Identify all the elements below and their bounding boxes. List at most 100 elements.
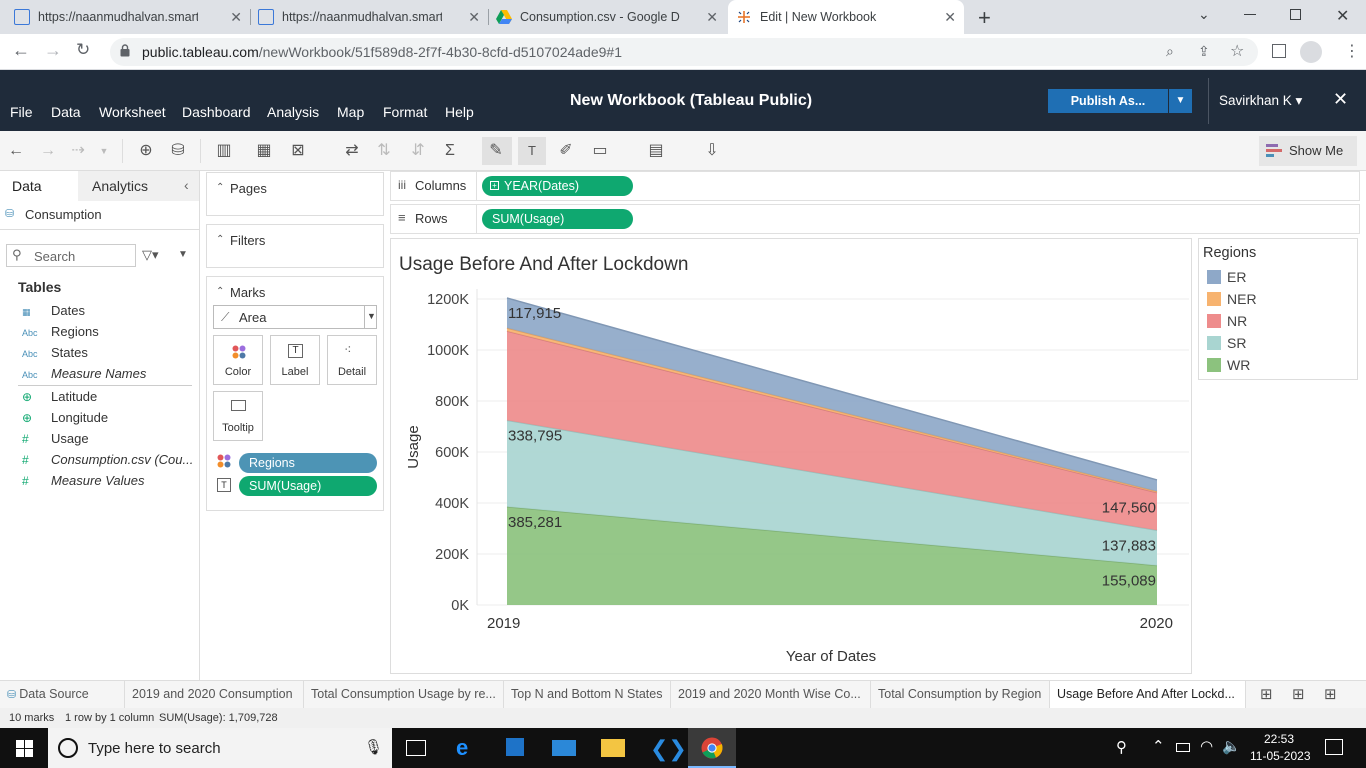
wifi-icon[interactable]: ◠: [1200, 737, 1213, 755]
sheet-tab-active[interactable]: Usage Before And After Lockd...: [1050, 681, 1246, 709]
redo-icon[interactable]: →: [38, 141, 58, 161]
close-icon[interactable]: ✕: [706, 9, 718, 26]
edge-icon[interactable]: e: [456, 735, 468, 761]
restore-icon[interactable]: [1290, 9, 1301, 20]
rows-shelf[interactable]: ≡ Rows SUM(Usage): [390, 204, 1360, 234]
menu-file[interactable]: File: [10, 104, 33, 120]
share-icon[interactable]: ⇪: [1198, 43, 1210, 60]
label-button[interactable]: T Label: [270, 335, 320, 385]
menu-data[interactable]: Data: [51, 104, 81, 120]
publish-dropdown-chevron-icon[interactable]: ▼: [1169, 89, 1192, 113]
windows-start-icon[interactable]: [16, 740, 33, 757]
usage-label-pill[interactable]: SUM(Usage): [239, 476, 377, 496]
clock-time[interactable]: 22:53: [1264, 732, 1294, 746]
field-search-input[interactable]: ⚲ Search: [6, 244, 136, 267]
collapse-chevron-icon[interactable]: ⌃: [216, 234, 224, 245]
people-icon[interactable]: ⚲: [1116, 738, 1127, 756]
microphone-icon[interactable]: 🎙: [364, 738, 383, 756]
field-latitude[interactable]: ⊕ Latitude: [22, 389, 97, 404]
color-button[interactable]: Color: [213, 335, 263, 385]
notifications-icon[interactable]: [1325, 739, 1343, 755]
download-icon[interactable]: ⇩: [702, 141, 722, 161]
legend-item-sr[interactable]: SR: [1207, 335, 1246, 351]
presentation-mode-icon[interactable]: ▤: [646, 141, 666, 161]
year-dates-pill[interactable]: YEAR(Dates): [482, 176, 633, 196]
tray-chevron-up-icon[interactable]: ⌃: [1152, 737, 1165, 755]
close-icon[interactable]: ✕: [468, 9, 480, 26]
tab-search-chevron-icon[interactable]: ⌄: [1198, 6, 1210, 23]
tab-analytics[interactable]: Analytics: [78, 171, 199, 201]
window-close-icon[interactable]: ✕: [1336, 6, 1349, 26]
menu-dashboard[interactable]: Dashboard: [182, 104, 251, 120]
totals-sigma-icon[interactable]: Σ: [440, 141, 460, 161]
sort-ascending-icon[interactable]: ⇅: [374, 141, 394, 161]
profile-avatar-icon[interactable]: [1300, 41, 1322, 63]
menu-help[interactable]: Help: [445, 104, 474, 120]
field-measure-values[interactable]: # Measure Values: [22, 473, 144, 488]
pane-menu-chevron-icon[interactable]: ▼: [178, 249, 188, 260]
mark-type-select[interactable]: ⟋ Area ▼: [213, 305, 377, 329]
zoom-search-icon[interactable]: ⌕: [1166, 43, 1174, 60]
clear-sheet-icon[interactable]: ⊠: [288, 141, 308, 161]
detail-button[interactable]: ⁖ Detail: [327, 335, 377, 385]
speaker-icon[interactable]: 🔈: [1222, 737, 1241, 755]
format-workbook-icon[interactable]: ✐: [556, 141, 576, 161]
sort-descending-icon[interactable]: ⇵: [408, 141, 428, 161]
sheet-tab[interactable]: Total Consumption by Region: [871, 681, 1050, 709]
undo-icon[interactable]: ←: [6, 141, 26, 161]
data-source-name[interactable]: Consumption: [25, 207, 102, 222]
side-panel-icon[interactable]: [1272, 44, 1286, 58]
replay-icon[interactable]: ⇢: [68, 141, 88, 161]
taskbar-search-box[interactable]: Type here to search 🎙: [48, 728, 392, 768]
clock-date[interactable]: 11-05-2023: [1250, 749, 1311, 763]
new-worksheet-icon[interactable]: ⊞: [1260, 685, 1273, 703]
tab-data-source[interactable]: ⛁ Data Source: [0, 681, 125, 709]
store-icon[interactable]: [506, 738, 524, 756]
vscode-icon[interactable]: ❮❯: [650, 736, 687, 762]
collapse-chevron-icon[interactable]: ⌃: [216, 286, 224, 297]
legend-item-er[interactable]: ER: [1207, 269, 1246, 285]
mail-icon[interactable]: [552, 740, 576, 756]
task-view-icon[interactable]: [406, 740, 426, 756]
filters-card[interactable]: ⌃ Filters: [206, 224, 384, 268]
legend-item-wr[interactable]: WR: [1207, 357, 1250, 373]
tab-data[interactable]: Data: [0, 171, 78, 201]
url-omnibox[interactable]: public.tableau.com/newWorkbook/51f589d8-…: [110, 38, 1258, 66]
menu-worksheet[interactable]: Worksheet: [99, 104, 166, 120]
new-worksheet-icon[interactable]: ▥: [214, 141, 234, 161]
back-arrow-icon[interactable]: ←: [12, 40, 30, 61]
publish-as-button[interactable]: Publish As...: [1048, 89, 1168, 113]
field-consumption-count[interactable]: # Consumption.csv (Cou...: [22, 452, 193, 467]
collapse-pane-chevron-icon[interactable]: ‹: [184, 177, 189, 193]
bookmark-star-icon[interactable]: ☆: [1230, 41, 1244, 61]
minimize-icon[interactable]: [1244, 14, 1256, 15]
new-story-icon[interactable]: ⊞: [1324, 685, 1337, 703]
menu-format[interactable]: Format: [383, 104, 427, 120]
sheet-tab[interactable]: 2019 and 2020 Month Wise Co...: [671, 681, 871, 709]
legend-item-ner[interactable]: NER: [1207, 291, 1257, 307]
replay-dropdown-icon[interactable]: ▼: [94, 141, 114, 161]
sum-usage-pill[interactable]: SUM(Usage): [482, 209, 633, 229]
sheet-tab[interactable]: 2019 and 2020 Consumption: [125, 681, 304, 709]
menu-analysis[interactable]: Analysis: [267, 104, 319, 120]
field-usage[interactable]: # Usage: [22, 431, 89, 446]
new-tab-button[interactable]: +: [978, 5, 991, 31]
duplicate-sheet-icon[interactable]: ▦: [254, 141, 274, 161]
columns-shelf[interactable]: iii Columns YEAR(Dates) +: [390, 171, 1360, 201]
battery-icon[interactable]: [1176, 743, 1190, 752]
field-states[interactable]: Abc States: [22, 345, 88, 360]
browser-tab-2[interactable]: https://naanmudhalvan.smartinte ✕: [258, 0, 488, 34]
close-icon[interactable]: ✕: [230, 9, 242, 26]
chrome-taskbar-button[interactable]: [688, 728, 736, 768]
fit-view-icon[interactable]: ▭: [590, 141, 610, 161]
filter-funnel-icon[interactable]: ▽▾: [142, 247, 159, 263]
pause-updates-icon[interactable]: ⛁: [168, 141, 188, 161]
reload-icon[interactable]: ↻: [76, 40, 90, 60]
field-measure-names[interactable]: Abc Measure Names: [22, 366, 146, 381]
browser-tab-3[interactable]: Consumption.csv - Google Drive ✕: [496, 0, 726, 34]
legend-item-nr[interactable]: NR: [1207, 313, 1247, 329]
pages-card[interactable]: ⌃ Pages: [206, 172, 384, 216]
menu-map[interactable]: Map: [337, 104, 364, 120]
new-dashboard-icon[interactable]: ⊞: [1292, 685, 1305, 703]
field-longitude[interactable]: ⊕ Longitude: [22, 410, 108, 425]
